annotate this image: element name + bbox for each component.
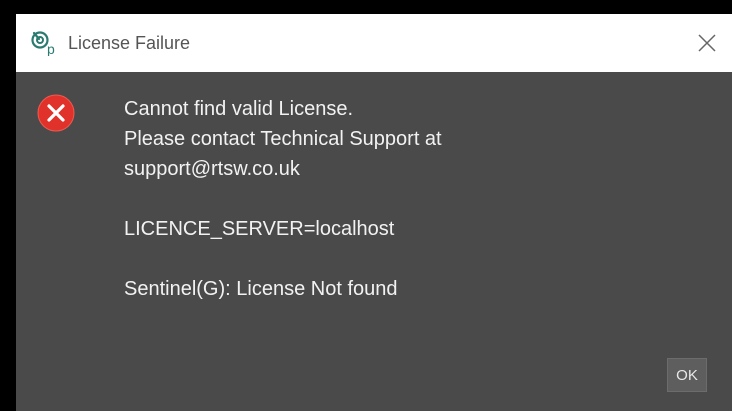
screen-background-top: [0, 0, 732, 14]
message-line: Cannot find valid License.: [124, 98, 354, 120]
window-title: License Failure: [68, 33, 191, 53]
close-icon[interactable]: [692, 28, 722, 58]
error-icon: [37, 94, 75, 132]
rtsw-app-icon: p: [31, 31, 55, 56]
license-failure-dialog: p License Failure Cannot find valid Lice…: [16, 14, 732, 411]
dialog-body: Cannot find valid License. Please contac…: [16, 72, 732, 411]
message-line: Please contact Technical Support at: [124, 128, 442, 150]
support-email: support@rtsw.co.uk: [124, 158, 300, 180]
licence-server-line: LICENCE_SERVER=localhost: [124, 218, 395, 240]
message-spacer: [124, 244, 442, 274]
error-message: Cannot find valid License. Please contac…: [124, 94, 442, 304]
title-bar[interactable]: p License Failure: [16, 14, 732, 72]
svg-text:p: p: [47, 41, 55, 56]
ok-button[interactable]: OK: [667, 358, 707, 392]
sentinel-status-line: Sentinel(G): License Not found: [124, 278, 398, 300]
message-spacer: [124, 184, 442, 214]
screen-background-left: [0, 0, 16, 411]
